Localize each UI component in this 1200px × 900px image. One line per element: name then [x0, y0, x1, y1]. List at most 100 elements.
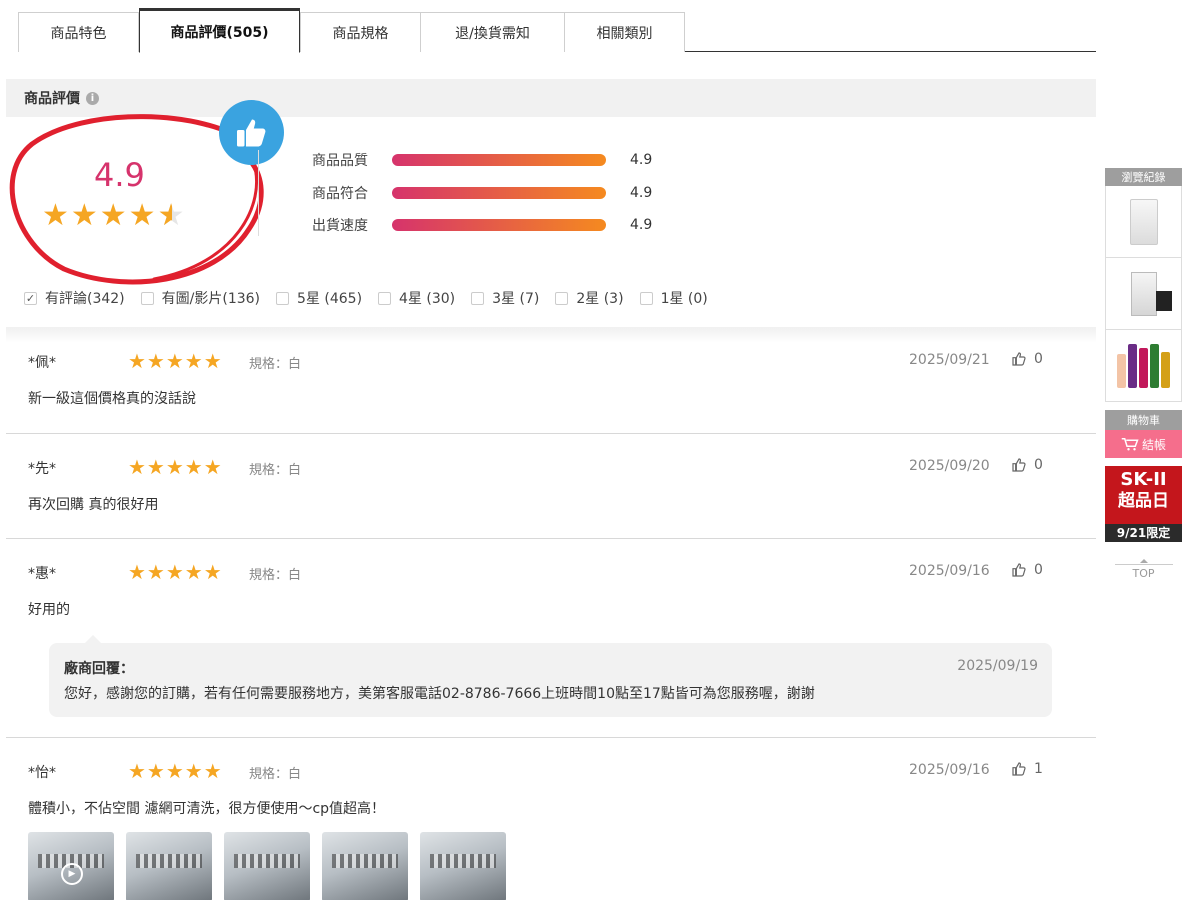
sub-rating-label: 商品符合 — [312, 186, 368, 202]
review-photos: ▶ — [28, 832, 518, 900]
promo-banner[interactable]: SK-II 超品日 9/21限定 — [1105, 466, 1182, 542]
reviewer-name: *怡* — [28, 765, 56, 781]
sub-rating-value: 4.9 — [630, 185, 653, 201]
filter-label: 3星 (7) — [492, 291, 540, 307]
divider — [258, 150, 259, 236]
filter-4-star[interactable]: 4星 (30) — [378, 288, 455, 308]
reviewer-name: *佩* — [28, 355, 56, 371]
like-button[interactable]: 0 — [1011, 457, 1043, 473]
filter-label: 有評論(342) — [45, 291, 125, 307]
bottle-shape — [1139, 347, 1148, 388]
bottle-shape — [1161, 351, 1170, 388]
tab-specs[interactable]: 商品規格 — [300, 12, 421, 52]
sub-rating-value: 4.9 — [630, 217, 653, 233]
checkbox[interactable] — [555, 291, 569, 305]
overall-stars: ★★★★★ — [42, 198, 186, 233]
tab-returns[interactable]: 退/換貨需知 — [420, 12, 565, 52]
review-text: 體積小，不佔空間 濾網可清洗，很方便使用～cp值超高！ — [28, 801, 386, 817]
review-photo-thumbnail[interactable] — [224, 832, 310, 900]
like-icon — [1012, 563, 1026, 577]
reply-date: 2025/09/19 — [957, 658, 1038, 674]
filter-5-star[interactable]: 5星 (465) — [276, 288, 362, 308]
checkout-label: 結帳 — [1141, 437, 1166, 452]
review-photo-thumbnail[interactable] — [322, 832, 408, 900]
bottle-shape — [1150, 343, 1159, 388]
product-thumbnail — [1130, 271, 1172, 316]
review-video-thumbnail[interactable]: ▶ — [28, 832, 114, 900]
sub-rating-match: 商品符合 4.9 — [312, 182, 652, 204]
like-count: 0 — [1034, 457, 1043, 473]
thumbs-up-icon — [219, 100, 284, 165]
cart-header: 購物車 — [1105, 410, 1182, 430]
review-spec: 規格：白 — [249, 767, 302, 782]
review-date: 2025/09/16 — [909, 762, 990, 778]
filter-3-star[interactable]: 3星 (7) — [471, 288, 539, 308]
review-item: *先* ★★★★★ 規格：白 2025/09/20 0 再次回購 真的很好用 — [6, 455, 1096, 539]
cart-icon — [1121, 438, 1139, 451]
tab-label: 商品特色 — [50, 25, 107, 42]
checkbox[interactable] — [378, 291, 392, 305]
play-icon[interactable]: ▶ — [61, 863, 83, 885]
sub-rating-bar — [392, 154, 606, 166]
checkout-button[interactable]: 結帳 — [1105, 430, 1182, 458]
tab-reviews[interactable]: 商品評價(505) — [139, 8, 300, 53]
tab-label: 商品評價(505) — [170, 24, 269, 41]
overall-rating: 4.9 ★★★★★ — [20, 130, 260, 280]
reply-text: 您好，感謝您的訂購，若有任何需要服務地方，美第客服電話02-8786-7666上… — [64, 686, 815, 702]
review-spec: 規格：白 — [249, 463, 302, 478]
like-button[interactable]: 0 — [1011, 562, 1043, 578]
right-sidebar: 瀏覽紀錄 購物車 結帳 SK-II 超品日 9/21限定 TOP — [1105, 168, 1182, 580]
review-item: *惠* ★★★★★ 規格：白 2025/09/16 0 好用的 廠商回覆： 20… — [6, 560, 1096, 738]
history-item[interactable] — [1105, 330, 1182, 402]
info-icon[interactable]: i — [86, 91, 99, 105]
like-button[interactable]: 1 — [1011, 761, 1043, 777]
filter-1-star[interactable]: 1星 (0) — [639, 288, 708, 308]
like-icon — [1012, 352, 1026, 366]
filter-label: 2星 (3) — [576, 291, 624, 307]
review-stars: ★★★★★ — [128, 560, 223, 584]
review-stars: ★★★★★ — [128, 759, 223, 783]
review-stars: ★★★★★ — [128, 455, 223, 479]
tab-label: 相關類別 — [596, 25, 653, 42]
review-filters: ✓ 有評論(342) 有圖/影片(136) 5星 (465) 4星 (30) 3星… — [24, 287, 724, 309]
like-icon — [1012, 458, 1026, 472]
tab-related[interactable]: 相關類別 — [564, 12, 685, 52]
like-icon — [1012, 762, 1026, 776]
review-photo-thumbnail[interactable] — [126, 832, 212, 900]
sub-rating-label: 出貨速度 — [312, 218, 368, 234]
overall-score: 4.9 — [94, 156, 145, 194]
filter-has-media[interactable]: 有圖/影片(136) — [140, 288, 261, 308]
checkbox-checked[interactable]: ✓ — [24, 291, 37, 305]
tab-label: 商品規格 — [332, 25, 389, 42]
promo-line: 超品日 — [1118, 491, 1169, 511]
checkbox[interactable] — [639, 291, 653, 305]
like-count: 0 — [1034, 562, 1043, 578]
filter-label: 有圖/影片(136) — [161, 291, 261, 307]
sub-rating-label: 商品品質 — [312, 153, 368, 169]
checkbox[interactable] — [140, 291, 154, 305]
filter-2-star[interactable]: 2星 (3) — [555, 288, 624, 308]
filter-label: 5星 (465) — [297, 291, 363, 307]
like-button[interactable]: 0 — [1011, 351, 1043, 367]
history-item[interactable] — [1105, 186, 1182, 258]
divider — [6, 327, 1096, 343]
checkbox[interactable] — [471, 291, 485, 305]
history-header: 瀏覽紀錄 — [1105, 168, 1182, 186]
back-to-top-button[interactable]: TOP — [1105, 559, 1182, 580]
review-item: *佩* ★★★★★ 規格：白 2025/09/21 0 新一級這個價格真的沒話說 — [6, 349, 1096, 434]
photo-detail — [430, 854, 496, 868]
review-photo-thumbnail[interactable] — [420, 832, 506, 900]
review-spec: 規格：白 — [249, 357, 302, 372]
sub-rating-bar — [392, 187, 606, 199]
review-stars: ★★★★★ — [128, 349, 223, 373]
checkbox[interactable] — [276, 291, 290, 305]
half-star-icon: ★ — [158, 198, 187, 233]
filter-has-comment[interactable]: ✓ 有評論(342) — [24, 288, 125, 308]
product-tabs: 商品特色 商品評價(505) 商品規格 退/換貨需知 相關類別 — [18, 8, 1096, 53]
photo-detail — [234, 854, 300, 868]
tab-features[interactable]: 商品特色 — [18, 12, 139, 52]
review-date: 2025/09/21 — [909, 352, 990, 368]
history-item[interactable] — [1105, 258, 1182, 330]
review-date: 2025/09/20 — [909, 458, 990, 474]
tab-label: 退/換貨需知 — [455, 25, 530, 42]
